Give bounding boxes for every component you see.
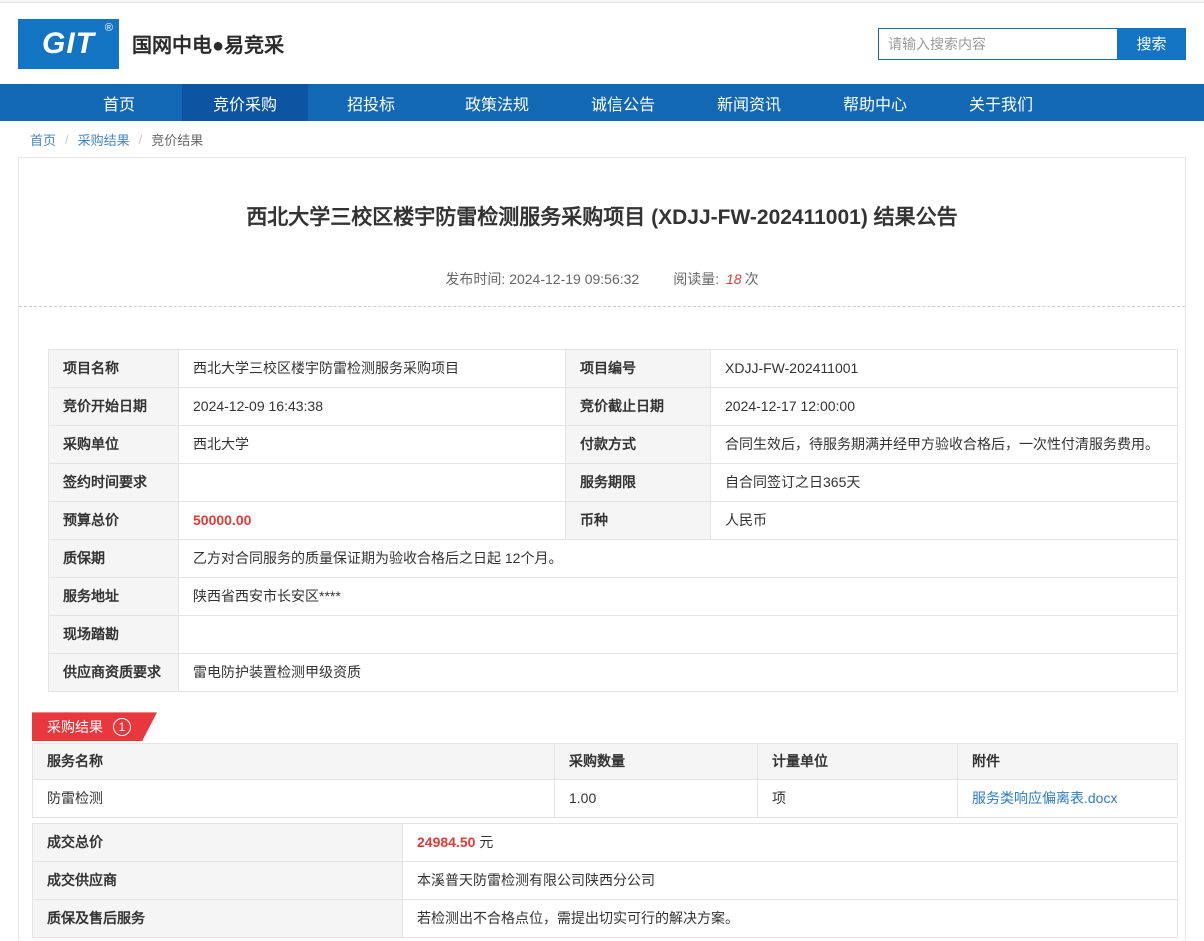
breadcrumb-separator: / xyxy=(139,132,143,147)
field-label: 预算总价 xyxy=(49,502,179,540)
column-header: 服务名称 xyxy=(33,744,555,780)
column-header: 附件 xyxy=(958,744,1178,780)
field-value: 乙方对合同服务的质量保证期为验收合格后之日起 12个月。 xyxy=(179,540,1178,578)
project-info-table: 项目名称 西北大学三校区楼宇防雷检测服务采购项目 项目编号 XDJJ-FW-20… xyxy=(48,349,1178,692)
breadcrumb-link-purchase-results[interactable]: 采购结果 xyxy=(78,130,130,149)
budget-total-value: 50000.00 xyxy=(179,502,566,540)
views-unit: 次 xyxy=(745,271,759,287)
field-value: 自合同签订之日365天 xyxy=(711,464,1178,502)
purchase-result-section: 采购结果 1 服务名称 采购数量 计量单位 附件 防雷检测 1.00 项 服务类… xyxy=(32,712,1178,938)
table-row: 成交供应商 本溪普天防雷检测有限公司陕西分公司 xyxy=(33,862,1178,900)
nav-item-bidding-purchase[interactable]: 竞价采购 xyxy=(182,84,308,121)
field-label: 服务地址 xyxy=(49,578,179,616)
registered-trademark-icon: ® xyxy=(105,22,114,34)
publish-time-label: 发布时间: xyxy=(445,271,509,287)
field-label: 质保期 xyxy=(49,540,179,578)
table-row: 签约时间要求 服务期限 自合同签订之日365天 xyxy=(49,464,1178,502)
table-row: 竞价开始日期 2024-12-09 16:43:38 竞价截止日期 2024-1… xyxy=(49,388,1178,426)
field-label: 币种 xyxy=(566,502,711,540)
nav-item-policy[interactable]: 政策法规 xyxy=(434,84,560,121)
views-count: 18 xyxy=(726,271,742,287)
field-label: 竞价截止日期 xyxy=(566,388,711,426)
table-header-row: 服务名称 采购数量 计量单位 附件 xyxy=(33,744,1178,780)
unit-of-measure: 项 xyxy=(758,780,958,818)
attachment-link[interactable]: 服务类响应偏离表.docx xyxy=(972,790,1117,806)
announcement-panel: 西北大学三校区楼宇防雷检测服务采购项目 (XDJJ-FW-202411001) … xyxy=(18,157,1186,940)
nav-item-about[interactable]: 关于我们 xyxy=(938,84,1064,121)
field-value: 2024-12-17 12:00:00 xyxy=(711,388,1178,426)
warranty-after-sales: 若检测出不合格点位，需提出切实可行的解决方案。 xyxy=(403,900,1178,938)
search-input[interactable] xyxy=(878,28,1117,60)
field-label: 质保及售后服务 xyxy=(33,900,403,938)
table-row: 供应商资质要求 雷电防护装置检测甲级资质 xyxy=(49,654,1178,692)
currency-suffix: 元 xyxy=(479,834,493,850)
field-value: 人民币 xyxy=(711,502,1178,540)
git-logo[interactable]: GIT ® xyxy=(18,19,119,69)
winning-supplier: 本溪普天防雷检测有限公司陕西分公司 xyxy=(403,862,1178,900)
nav-item-home[interactable]: 首页 xyxy=(56,84,182,121)
table-row: 质保期 乙方对合同服务的质量保证期为验收合格后之日起 12个月。 xyxy=(49,540,1178,578)
table-row: 质保及售后服务 若检测出不合格点位，需提出切实可行的解决方案。 xyxy=(33,900,1178,938)
breadcrumb-current: 竞价结果 xyxy=(151,130,203,149)
deal-total-price-cell: 24984.50元 xyxy=(403,824,1178,862)
dashed-divider xyxy=(19,306,1185,307)
site-header: GIT ® 国网中电●易竞采 搜索 xyxy=(0,3,1204,84)
nav-item-integrity-notice[interactable]: 诚信公告 xyxy=(560,84,686,121)
table-row: 成交总价 24984.50元 xyxy=(33,824,1178,862)
purchase-quantity: 1.00 xyxy=(555,780,758,818)
field-value: 雷电防护装置检测甲级资质 xyxy=(179,654,1178,692)
purchase-result-ribbon: 采购结果 1 xyxy=(32,712,157,741)
logo-text: GIT xyxy=(42,27,95,61)
field-value xyxy=(179,616,1178,654)
main-nav: 首页 竞价采购 招投标 政策法规 诚信公告 新闻资讯 帮助中心 关于我们 xyxy=(0,84,1204,121)
field-value: 陕西省西安市长安区**** xyxy=(179,578,1178,616)
page-title: 西北大学三校区楼宇防雷检测服务采购项目 (XDJJ-FW-202411001) … xyxy=(59,203,1145,232)
breadcrumb-link-home[interactable]: 首页 xyxy=(30,130,56,149)
field-label: 签约时间要求 xyxy=(49,464,179,502)
service-name: 防雷检测 xyxy=(33,780,555,818)
table-row: 项目名称 西北大学三校区楼宇防雷检测服务采购项目 项目编号 XDJJ-FW-20… xyxy=(49,350,1178,388)
table-row: 预算总价 50000.00 币种 人民币 xyxy=(49,502,1178,540)
table-row: 采购单位 西北大学 付款方式 合同生效后，待服务期满并经甲方验收合格后，一次性付… xyxy=(49,426,1178,464)
breadcrumb: 首页 / 采购结果 / 竞价结果 xyxy=(0,121,1204,157)
views-label: 阅读量: xyxy=(673,271,723,287)
result-items-table: 服务名称 采购数量 计量单位 附件 防雷检测 1.00 项 服务类响应偏离表.d… xyxy=(32,743,1178,818)
field-label: 项目名称 xyxy=(49,350,179,388)
field-label: 项目编号 xyxy=(566,350,711,388)
field-value: 2024-12-09 16:43:38 xyxy=(179,388,566,426)
field-value: 合同生效后，待服务期满并经甲方验收合格后，一次性付清服务费用。 xyxy=(711,426,1178,464)
column-header: 采购数量 xyxy=(555,744,758,780)
nav-item-tender[interactable]: 招投标 xyxy=(308,84,434,121)
search-box: 搜索 xyxy=(878,28,1186,60)
field-label: 付款方式 xyxy=(566,426,711,464)
column-header: 计量单位 xyxy=(758,744,958,780)
field-label: 采购单位 xyxy=(49,426,179,464)
field-label: 现场踏勘 xyxy=(49,616,179,654)
nav-item-help[interactable]: 帮助中心 xyxy=(812,84,938,121)
table-row: 服务地址 陕西省西安市长安区**** xyxy=(49,578,1178,616)
breadcrumb-separator: / xyxy=(65,132,69,147)
field-label: 成交总价 xyxy=(33,824,403,862)
publish-time: 2024-12-19 09:56:32 xyxy=(509,271,639,287)
purchase-result-label: 采购结果 xyxy=(47,717,103,737)
field-label: 服务期限 xyxy=(566,464,711,502)
field-label: 竞价开始日期 xyxy=(49,388,179,426)
search-button[interactable]: 搜索 xyxy=(1117,28,1186,60)
result-count-badge: 1 xyxy=(113,718,131,736)
field-label: 成交供应商 xyxy=(33,862,403,900)
field-value xyxy=(179,464,566,502)
table-row: 防雷检测 1.00 项 服务类响应偏离表.docx xyxy=(33,780,1178,818)
field-label: 供应商资质要求 xyxy=(49,654,179,692)
field-value: XDJJ-FW-202411001 xyxy=(711,350,1178,388)
site-title: 国网中电●易竞采 xyxy=(132,29,284,58)
deal-total-price: 24984.50 xyxy=(417,834,475,850)
nav-item-news[interactable]: 新闻资讯 xyxy=(686,84,812,121)
field-value: 西北大学 xyxy=(179,426,566,464)
publish-info: 发布时间: 2024-12-19 09:56:32 阅读量: 18次 xyxy=(19,269,1185,289)
field-value: 西北大学三校区楼宇防雷检测服务采购项目 xyxy=(179,350,566,388)
table-row: 现场踏勘 xyxy=(49,616,1178,654)
result-summary-table: 成交总价 24984.50元 成交供应商 本溪普天防雷检测有限公司陕西分公司 质… xyxy=(32,823,1178,938)
